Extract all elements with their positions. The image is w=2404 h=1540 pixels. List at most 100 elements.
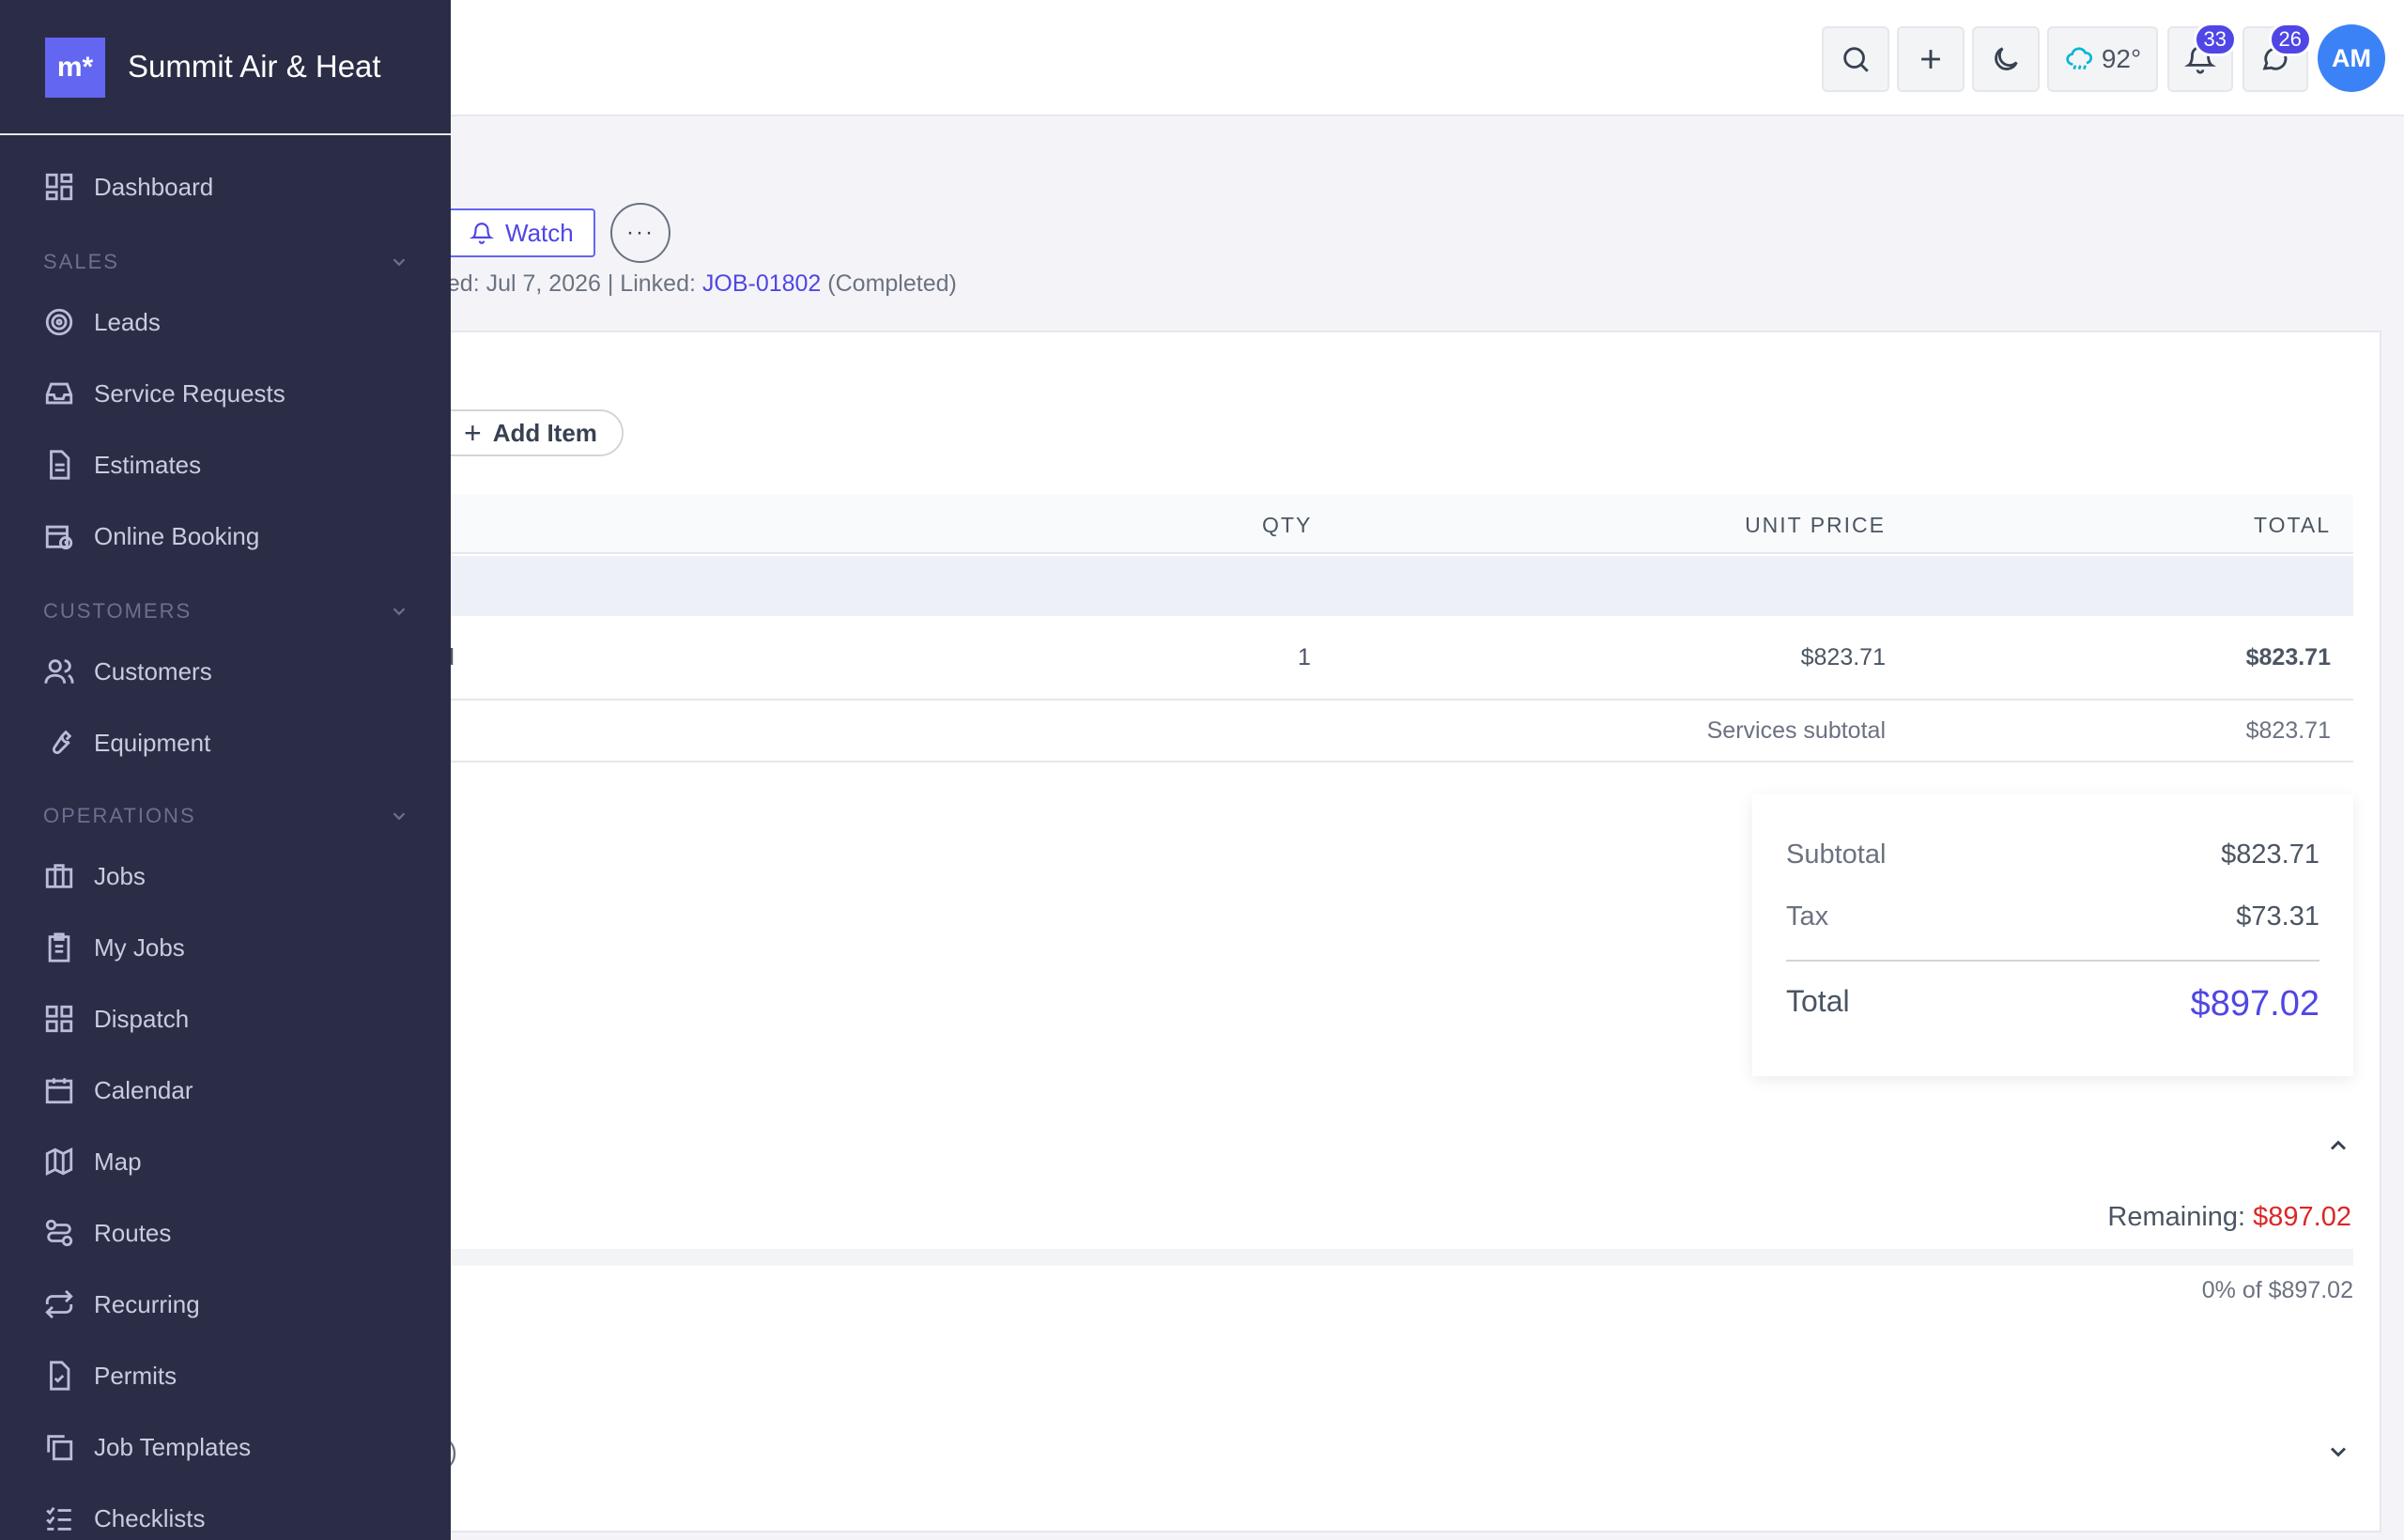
- tax-label: Tax: [1786, 901, 1829, 932]
- chevron-up-icon: [2330, 1140, 2347, 1150]
- map-icon: [45, 1147, 73, 1177]
- issued-date-text: ued: Jul 7, 2026 | Linked:: [434, 270, 702, 297]
- payment-progress-bar: [413, 1249, 2353, 1266]
- more-actions-button[interactable]: ···: [610, 203, 670, 263]
- totals-summary: Subtotal $823.71 Tax $73.31 Total $897.0…: [1752, 794, 2353, 1076]
- chevron-down-icon: [393, 608, 406, 616]
- sidebar-item-estimates[interactable]: Estimates: [43, 441, 201, 488]
- line-item-row[interactable]: d 1 $823.71 $823.71: [413, 616, 2353, 701]
- moon-icon: [1995, 47, 2018, 70]
- services-subtotal-value: $823.71: [2245, 717, 2331, 744]
- sidebar-item-label: Leads: [94, 307, 161, 336]
- sidebar: m* Summit Air & Heat Dashboard SALES Lea…: [0, 0, 451, 1540]
- copy-icon: [47, 1435, 73, 1461]
- document-check-icon: [50, 1361, 70, 1391]
- inbox-icon: [45, 382, 73, 405]
- section-label: SALES: [43, 250, 119, 273]
- add-item-label: Add Item: [492, 418, 597, 447]
- column-header-unit-price: UNIT PRICE: [1745, 513, 1886, 537]
- line-items-header: QTY UNIT PRICE TOTAL: [413, 494, 2353, 554]
- linked-job-status: (Completed): [821, 270, 957, 297]
- search-button[interactable]: [1822, 26, 1889, 92]
- sidebar-item-label: Calendar: [94, 1075, 193, 1104]
- sidebar-item-label: My Jobs: [94, 932, 185, 962]
- sidebar-item-leads[interactable]: Leads: [43, 299, 161, 346]
- notifications-button[interactable]: 33: [2167, 23, 2237, 92]
- messages-button[interactable]: 26: [2242, 23, 2312, 92]
- section-header-customers[interactable]: CUSTOMERS: [43, 599, 409, 624]
- sidebar-item-label: Dispatch: [94, 1004, 190, 1033]
- sidebar-item-job-templates[interactable]: Job Templates: [43, 1424, 251, 1471]
- clipboard-icon: [48, 932, 70, 962]
- section-label: OPERATIONS: [43, 804, 196, 827]
- item-qty: 1: [1298, 644, 1311, 670]
- item-unit-price: $823.71: [1800, 644, 1886, 670]
- sidebar-item-checklists[interactable]: Checklists: [43, 1495, 205, 1540]
- target-icon: [45, 308, 73, 336]
- invoice-meta: ued: Jul 7, 2026 | Linked: JOB-01802 (Co…: [434, 270, 957, 298]
- subtotal-label: Subtotal: [1786, 839, 1887, 870]
- plus-icon: [1921, 50, 1940, 69]
- dark-mode-toggle[interactable]: [1972, 26, 2040, 92]
- route-icon: [45, 1219, 73, 1247]
- total-value: $897.02: [2190, 984, 2319, 1024]
- document-icon: [50, 450, 70, 480]
- sidebar-item-service-requests[interactable]: Service Requests: [43, 370, 285, 417]
- repeat-icon: [45, 1289, 73, 1319]
- payment-progress-text: 0% of $897.02: [2201, 1277, 2353, 1303]
- line-item-group-row: [413, 556, 2353, 616]
- watch-button[interactable]: Watch: [445, 208, 595, 257]
- sidebar-item-online-booking[interactable]: Online Booking: [43, 513, 259, 560]
- payments-collapse-toggle[interactable]: [2325, 1132, 2351, 1159]
- linked-job-link[interactable]: JOB-01802: [702, 270, 821, 297]
- total-label: Total: [1786, 984, 1850, 1018]
- chevron-down-icon: [2330, 1447, 2347, 1457]
- sidebar-item-my-jobs[interactable]: My Jobs: [43, 924, 185, 971]
- sidebar-item-label: Online Booking: [94, 521, 260, 550]
- brand-header: m* Summit Air & Heat: [0, 0, 451, 135]
- section-expand-toggle[interactable]: [2325, 1439, 2351, 1465]
- remaining-label: Remaining:: [2107, 1202, 2246, 1232]
- user-avatar[interactable]: AM: [2318, 24, 2385, 92]
- sidebar-item-label: Jobs: [94, 861, 146, 890]
- plus-icon: +: [464, 415, 482, 450]
- section-header-sales[interactable]: SALES: [43, 250, 409, 274]
- grid-icon: [45, 1005, 73, 1033]
- weather-widget[interactable]: 92°: [2047, 26, 2158, 92]
- sidebar-item-map[interactable]: Map: [43, 1138, 142, 1185]
- column-header-total: TOTAL: [2254, 513, 2331, 537]
- sidebar-item-label: Map: [94, 1147, 142, 1176]
- bell-icon: [470, 223, 494, 244]
- section-label: CUSTOMERS: [43, 599, 193, 623]
- sidebar-item-equipment[interactable]: Equipment: [43, 719, 210, 766]
- totals-divider: [1786, 960, 2319, 962]
- tax-value: $73.31: [2236, 901, 2319, 932]
- sidebar-item-jobs[interactable]: Jobs: [43, 853, 146, 900]
- sidebar-item-routes[interactable]: Routes: [43, 1209, 171, 1256]
- services-subtotal-label: Services subtotal: [1706, 717, 1886, 744]
- sidebar-item-label: Dashboard: [94, 172, 214, 201]
- sidebar-item-dispatch[interactable]: Dispatch: [43, 995, 189, 1042]
- watch-label: Watch: [505, 218, 574, 247]
- brand-logo[interactable]: m*: [45, 38, 105, 98]
- briefcase-icon: [45, 864, 73, 888]
- sidebar-item-label: Service Requests: [94, 378, 285, 408]
- sidebar-item-dashboard[interactable]: Dashboard: [43, 163, 213, 210]
- calendar-icon: [45, 1078, 73, 1104]
- sidebar-item-label: Checklists: [94, 1503, 206, 1532]
- sidebar-item-calendar[interactable]: Calendar: [43, 1067, 193, 1114]
- sidebar-item-recurring[interactable]: Recurring: [43, 1281, 200, 1328]
- section-header-operations[interactable]: OPERATIONS: [43, 804, 409, 828]
- sidebar-item-label: Estimates: [94, 450, 202, 479]
- chevron-down-icon: [393, 812, 406, 821]
- weather-temperature: 92°: [2101, 44, 2142, 73]
- checklist-icon: [46, 1506, 71, 1531]
- sidebar-item-label: Job Templates: [94, 1432, 252, 1461]
- sidebar-item-label: Permits: [94, 1361, 177, 1390]
- brand-name: Summit Air & Heat: [128, 49, 381, 84]
- sidebar-item-permits[interactable]: Permits: [43, 1352, 177, 1399]
- sidebar-item-customers[interactable]: Customers: [43, 648, 212, 695]
- remaining-balance: Remaining: $897.02: [2107, 1202, 2351, 1233]
- wrench-icon: [52, 730, 72, 754]
- add-button[interactable]: [1897, 26, 1965, 92]
